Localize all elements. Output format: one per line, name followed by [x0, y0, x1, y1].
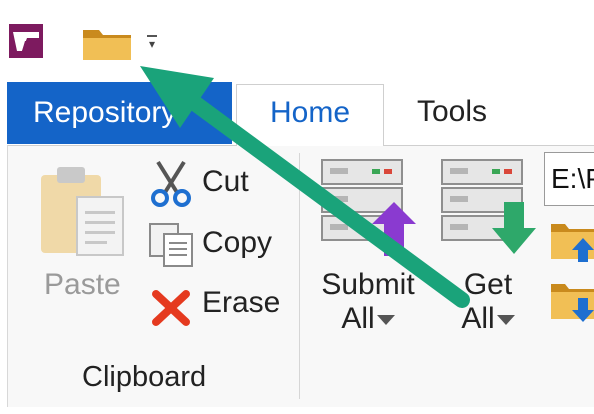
- folder-download-icon[interactable]: [549, 278, 594, 324]
- scissors-icon[interactable]: [148, 160, 194, 208]
- submit-all-line2-text: All: [341, 302, 375, 335]
- get-all-line2: All: [443, 302, 533, 336]
- app-logo-icon[interactable]: [9, 24, 43, 58]
- get-all-line2-text: All: [461, 302, 495, 335]
- group-divider: [299, 153, 300, 399]
- copy-button[interactable]: Copy: [202, 226, 272, 260]
- tab-home[interactable]: Home: [236, 84, 384, 146]
- tab-repository[interactable]: Repository: [7, 82, 232, 144]
- customize-toolbar-dropdown[interactable]: ▾: [144, 31, 160, 51]
- submit-all-icon[interactable]: [318, 158, 418, 258]
- open-folder-icon[interactable]: [81, 26, 133, 62]
- copy-icon[interactable]: [148, 222, 196, 268]
- dropdown-arrow-icon: [496, 315, 515, 326]
- erase-x-icon[interactable]: [150, 288, 192, 328]
- clipboard-group-label: Clipboard: [82, 361, 207, 393]
- get-all-line1: Get: [463, 268, 513, 301]
- folder-upload-icon[interactable]: [549, 218, 594, 264]
- cut-button[interactable]: Cut: [202, 165, 249, 199]
- erase-button[interactable]: Erase: [202, 286, 280, 320]
- get-all-icon[interactable]: [438, 158, 538, 258]
- paste-icon[interactable]: [37, 165, 129, 261]
- submit-all-line1: Submit: [321, 268, 415, 301]
- get-all-button[interactable]: Get All: [443, 268, 533, 336]
- paste-button[interactable]: Paste: [44, 268, 121, 302]
- submit-all-line2: All: [313, 302, 423, 336]
- submit-all-button[interactable]: Submit All: [313, 268, 423, 336]
- tab-tools[interactable]: Tools: [392, 84, 512, 142]
- repository-path-field[interactable]: E:\P: [544, 152, 594, 206]
- dropdown-arrow-icon: [376, 315, 395, 326]
- chevron-down-icon: ▾: [148, 37, 156, 51]
